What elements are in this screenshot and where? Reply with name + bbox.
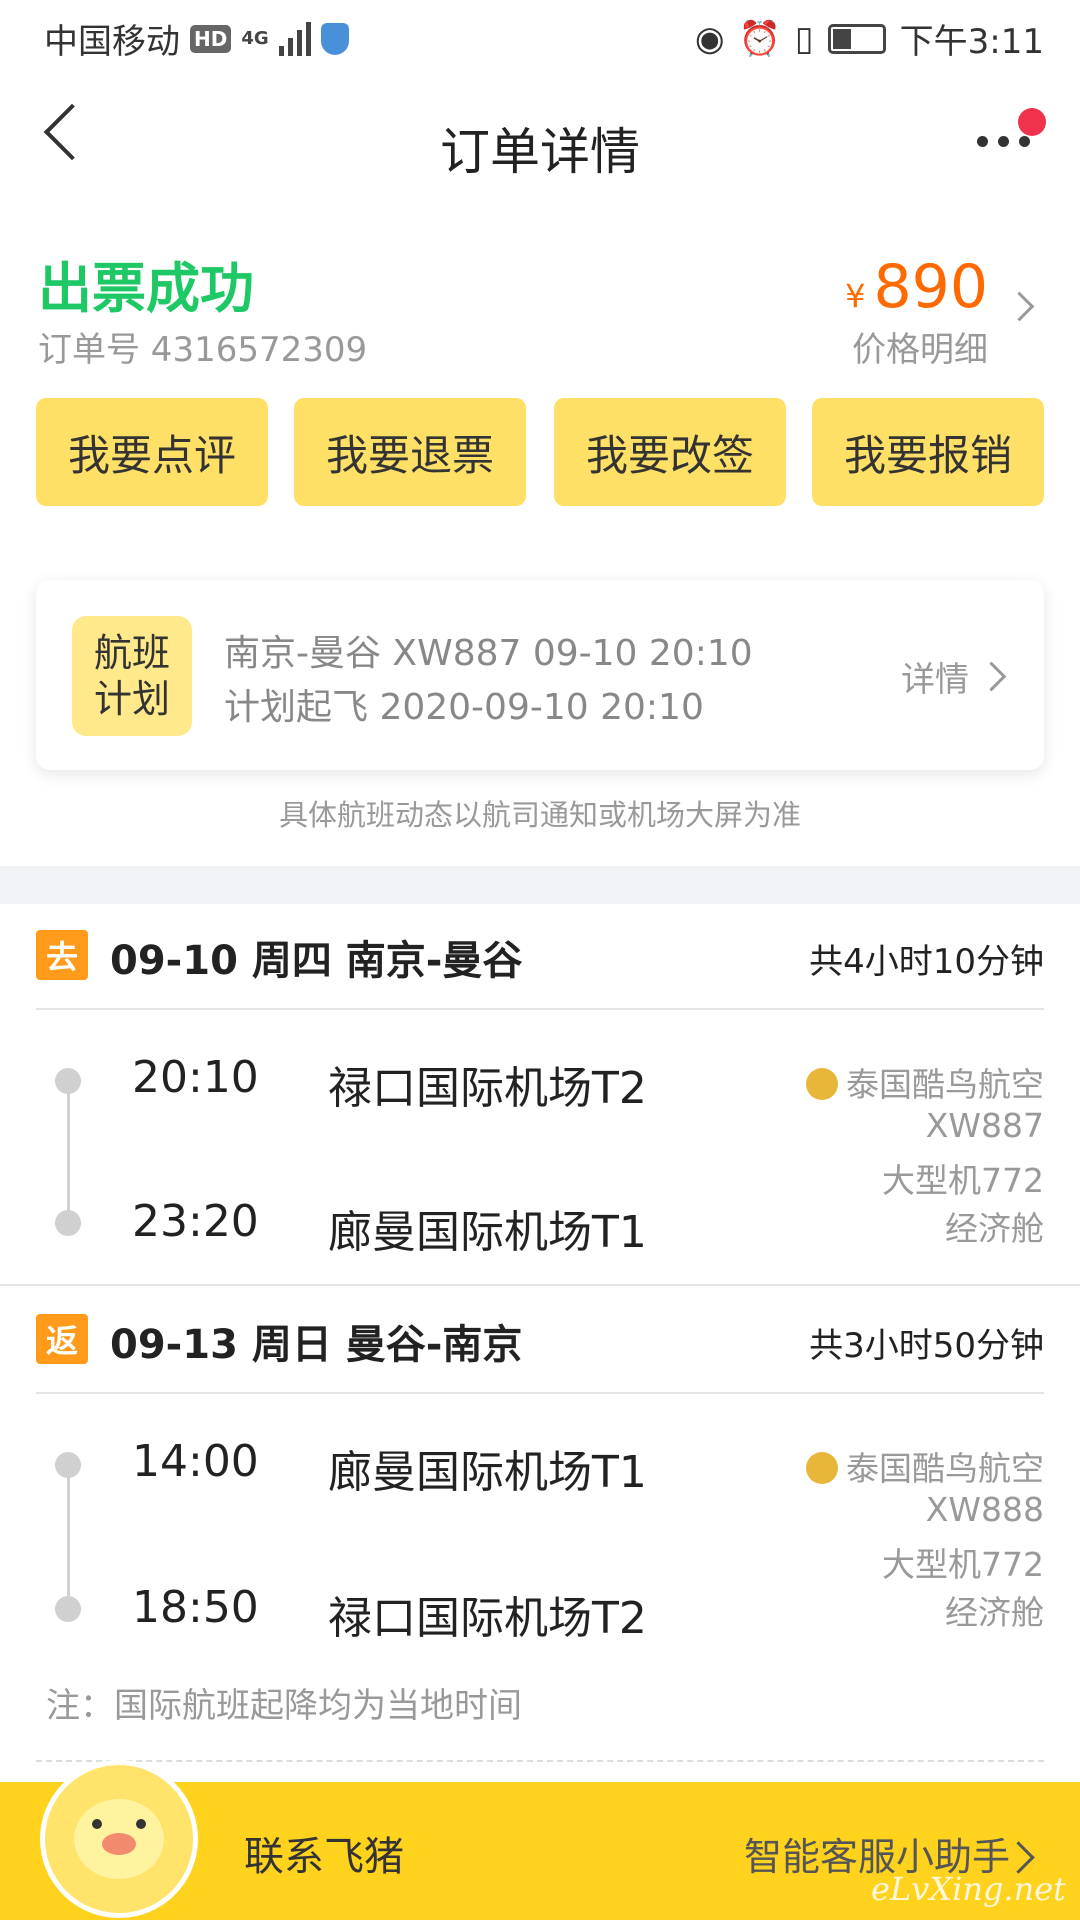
outbound-tag: 去 (36, 930, 88, 980)
eye-icon: ◉ (694, 18, 725, 59)
flight-number: XW888 (925, 1490, 1044, 1529)
aircraft-type: 大型机772 (882, 1161, 1044, 1200)
customer-service-avatar (40, 1760, 198, 1918)
cabin-class: 经济舱 (945, 1209, 1044, 1248)
currency-symbol: ¥ (845, 277, 866, 315)
timeline-line (67, 1464, 70, 1608)
divider (36, 1392, 1044, 1394)
departure-time: 14:00 (132, 1436, 259, 1487)
outbound-title: 09-10 周四 南京-曼谷 (110, 938, 523, 984)
notification-dot (1018, 108, 1046, 136)
flight-plan-route: 南京-曼谷 XW887 09-10 20:10 (224, 633, 753, 674)
badge-line2: 计划 (93, 677, 170, 721)
return-duration: 共3小时50分钟 (809, 1326, 1044, 1366)
arrival-airport: 禄口国际机场T2 (328, 1593, 647, 1644)
flight-plan-detail-link[interactable]: 详情 (901, 652, 1007, 701)
signal-icon (278, 21, 311, 56)
pig-mascot-icon (74, 1799, 164, 1879)
price-total[interactable]: ¥890 (845, 252, 988, 322)
arrival-dot (55, 1596, 81, 1622)
chevron-right-icon[interactable] (1004, 291, 1035, 322)
more-icon[interactable] (977, 136, 1030, 147)
airline-label: 泰国酷鸟航空 (846, 1065, 1044, 1104)
chevron-right-icon (976, 661, 1007, 692)
carrier-label: 中国移动 (44, 22, 180, 62)
flight-number: XW887 (925, 1106, 1044, 1145)
flight-notice: 具体航班动态以航司通知或机场大屏为准 (278, 798, 801, 832)
airline-logo-icon (806, 1067, 838, 1100)
cabin-class: 经济舱 (945, 1593, 1044, 1632)
divider (36, 1008, 1044, 1010)
return-title: 09-13 周日 曼谷-南京 (110, 1322, 523, 1368)
watermark: eLvXing.net (871, 1870, 1066, 1908)
section-divider (0, 866, 1080, 904)
status-right: ◉ ⏰ ▯ 下午3:11 (695, 14, 1044, 63)
status-bar: 中国移动 HD 4G ◉ ⏰ ▯ 下午3:11 (0, 0, 1080, 76)
arrival-airport: 廊曼国际机场T1 (328, 1207, 647, 1258)
local-time-note: 注：国际航班起降均为当地时间 (46, 1686, 522, 1726)
flight-plan-departure: 计划起飞 2020-09-10 20:10 (224, 687, 704, 728)
airline-name: 泰国酷鸟航空 (806, 1442, 1044, 1490)
order-number: 订单号 4316572309 (38, 330, 368, 370)
change-button[interactable]: 我要改签 (554, 398, 786, 506)
alarm-icon: ⏰ (738, 18, 781, 59)
detail-label: 详情 (901, 660, 969, 700)
divider (0, 1284, 1080, 1286)
departure-dot (55, 1452, 81, 1478)
dashed-divider (36, 1760, 1044, 1762)
price-detail-link[interactable]: 价格明细 (852, 322, 988, 371)
ticket-status: 出票成功 (38, 257, 254, 320)
airline-name: 泰国酷鸟航空 (806, 1058, 1044, 1106)
departure-time: 20:10 (132, 1052, 259, 1103)
airline-label: 泰国酷鸟航空 (846, 1449, 1044, 1488)
status-left: 中国移动 HD 4G (44, 14, 349, 63)
network-label: 4G (241, 28, 269, 49)
review-button[interactable]: 我要点评 (36, 398, 268, 506)
flight-plan-badge: 航班 计划 (72, 616, 192, 736)
hd-icon: HD (190, 24, 232, 53)
clock-label: 下午3:11 (899, 22, 1044, 62)
timeline-line (67, 1080, 70, 1222)
departure-airport: 禄口国际机场T2 (328, 1063, 647, 1114)
outbound-duration: 共4小时10分钟 (809, 942, 1044, 982)
vibrate-icon: ▯ (794, 18, 814, 59)
refund-button[interactable]: 我要退票 (294, 398, 526, 506)
departure-airport: 廊曼国际机场T1 (328, 1447, 647, 1498)
airline-logo-icon (806, 1451, 838, 1484)
shield-icon (320, 22, 349, 55)
arrival-time: 18:50 (132, 1582, 259, 1633)
price-value: 890 (873, 252, 988, 322)
return-tag: 返 (36, 1314, 88, 1364)
page-title: 订单详情 (440, 123, 640, 181)
badge-line1: 航班 (93, 631, 170, 675)
arrival-dot (55, 1210, 81, 1236)
reimburse-button[interactable]: 我要报销 (812, 398, 1044, 506)
battery-icon (827, 23, 886, 54)
arrival-time: 23:20 (132, 1196, 259, 1247)
aircraft-type: 大型机772 (882, 1545, 1044, 1584)
contact-label[interactable]: 联系飞猪 (244, 1824, 404, 1882)
departure-dot (55, 1068, 81, 1094)
